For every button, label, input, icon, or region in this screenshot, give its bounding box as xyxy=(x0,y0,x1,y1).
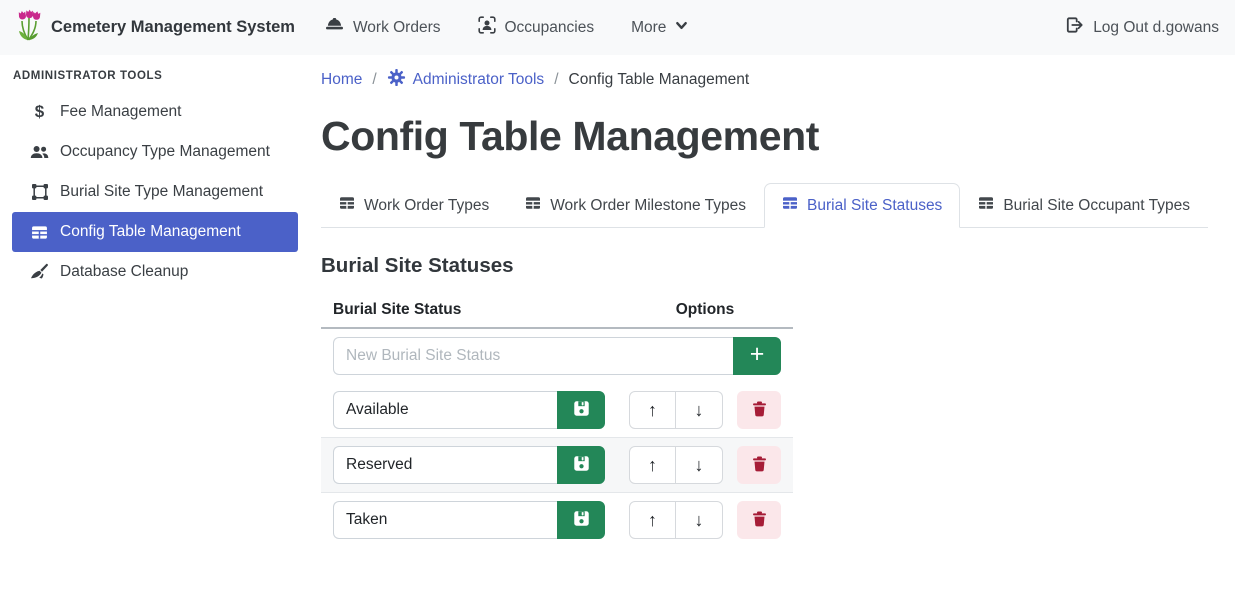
chevron-down-icon xyxy=(675,19,688,37)
table-row: ↑ ↓ xyxy=(321,383,793,438)
plus-icon: + xyxy=(750,342,765,367)
arrow-down-icon: ↓ xyxy=(695,400,704,421)
table-icon xyxy=(978,195,994,216)
breadcrumb-separator: / xyxy=(554,71,558,89)
sidebar-item-burial-site-type-management[interactable]: Burial Site Type Management xyxy=(12,172,298,212)
tab-bar: Work Order Types Work Order Milestone Ty… xyxy=(321,183,1208,228)
move-down-button[interactable]: ↓ xyxy=(676,501,723,539)
delete-button[interactable] xyxy=(737,391,781,429)
gear-icon xyxy=(387,68,406,92)
people-icon xyxy=(29,144,50,160)
sidebar-item-config-table-management[interactable]: Config Table Management xyxy=(12,212,298,252)
sidebar-item-database-cleanup[interactable]: Database Cleanup xyxy=(12,252,298,292)
new-status-row: + xyxy=(321,328,793,383)
tab-burial-site-occupant-types[interactable]: Burial Site Occupant Types xyxy=(960,183,1208,228)
trash-icon xyxy=(752,401,767,420)
page-title: Config Table Management xyxy=(321,113,1223,160)
column-header-options: Options xyxy=(617,293,793,328)
move-down-button[interactable]: ↓ xyxy=(676,446,723,484)
config-table: Burial Site Status Options + xyxy=(321,293,793,547)
table-icon xyxy=(29,224,50,241)
tulip-logo-icon xyxy=(16,9,42,46)
nav-occupancies[interactable]: Occupancies xyxy=(478,16,595,39)
add-status-button[interactable]: + xyxy=(733,337,781,375)
table-row: ↑ ↓ xyxy=(321,493,793,548)
app-title: Cemetery Management System xyxy=(51,18,295,37)
top-navbar: Cemetery Management System Work Orders xyxy=(0,0,1235,55)
save-icon xyxy=(573,510,590,530)
save-icon xyxy=(573,455,590,475)
arrow-up-icon: ↑ xyxy=(648,455,657,476)
trash-icon xyxy=(752,456,767,475)
sidebar: ADMINISTRATOR TOOLS $ Fee Management Occ… xyxy=(0,55,310,591)
status-input[interactable] xyxy=(333,446,557,484)
tab-burial-site-statuses[interactable]: Burial Site Statuses xyxy=(764,183,960,228)
sidebar-item-occupancy-type-management[interactable]: Occupancy Type Management xyxy=(12,132,298,172)
broom-icon xyxy=(29,263,50,281)
table-row: ↑ ↓ xyxy=(321,438,793,493)
table-icon xyxy=(782,195,798,216)
status-input[interactable] xyxy=(333,501,557,539)
reorder-button-group: ↑ ↓ xyxy=(629,446,723,484)
breadcrumb-separator: / xyxy=(372,71,376,89)
move-down-button[interactable]: ↓ xyxy=(676,391,723,429)
bounding-box-icon xyxy=(29,183,50,201)
brand-link[interactable]: Cemetery Management System xyxy=(16,9,295,46)
delete-button[interactable] xyxy=(737,446,781,484)
status-input[interactable] xyxy=(333,391,557,429)
arrow-down-icon: ↓ xyxy=(695,455,704,476)
nav-more[interactable]: More xyxy=(631,19,688,37)
move-up-button[interactable]: ↑ xyxy=(629,501,676,539)
arrow-up-icon: ↑ xyxy=(648,510,657,531)
arrow-down-icon: ↓ xyxy=(695,510,704,531)
trash-icon xyxy=(752,511,767,530)
nav-work-orders[interactable]: Work Orders xyxy=(325,17,441,38)
hard-hat-icon xyxy=(325,17,344,38)
breadcrumb-current: Config Table Management xyxy=(569,71,750,89)
new-status-input[interactable] xyxy=(333,337,733,375)
save-button[interactable] xyxy=(557,446,605,484)
breadcrumb-administrator-tools-link[interactable]: Administrator Tools xyxy=(387,68,545,92)
reorder-button-group: ↑ ↓ xyxy=(629,391,723,429)
reorder-button-group: ↑ ↓ xyxy=(629,501,723,539)
person-bounding-box-icon xyxy=(478,16,496,39)
table-icon xyxy=(339,195,355,216)
sidebar-heading: ADMINISTRATOR TOOLS xyxy=(13,70,298,82)
breadcrumb: Home / Administrator Tools / xyxy=(321,68,1223,92)
logout-button[interactable]: Log Out d.gowans xyxy=(1065,16,1219,39)
tab-work-order-milestone-types[interactable]: Work Order Milestone Types xyxy=(507,183,764,228)
tab-work-order-types[interactable]: Work Order Types xyxy=(321,183,507,228)
section-title: Burial Site Statuses xyxy=(321,254,1223,278)
column-header-burial-site-status: Burial Site Status xyxy=(321,293,617,328)
move-up-button[interactable]: ↑ xyxy=(629,391,676,429)
main-content: Home / Administrator Tools / xyxy=(310,55,1235,591)
save-button[interactable] xyxy=(557,501,605,539)
breadcrumb-home-link[interactable]: Home xyxy=(321,71,362,89)
save-button[interactable] xyxy=(557,391,605,429)
delete-button[interactable] xyxy=(737,501,781,539)
table-icon xyxy=(525,195,541,216)
save-icon xyxy=(573,400,590,420)
arrow-up-icon: ↑ xyxy=(648,400,657,421)
move-up-button[interactable]: ↑ xyxy=(629,446,676,484)
box-arrow-right-icon xyxy=(1065,16,1084,39)
sidebar-item-fee-management[interactable]: $ Fee Management xyxy=(12,92,298,132)
dollar-icon: $ xyxy=(29,102,50,122)
